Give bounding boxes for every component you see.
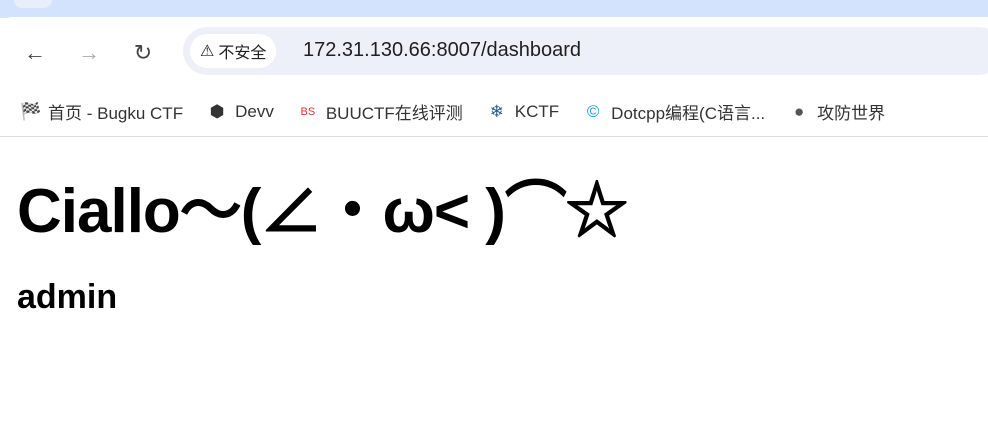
- globe-icon: ●: [794, 101, 805, 121]
- bookmark-dotcpp[interactable]: © Dotcpp编程(C语言...: [583, 99, 765, 124]
- cube-icon: ⬢: [209, 101, 225, 121]
- back-icon[interactable]: ←: [23, 40, 47, 65]
- bookmark-adworld[interactable]: ● 攻防世界: [789, 99, 885, 124]
- bookmark-label: KCTF: [514, 101, 560, 121]
- username-heading: admin: [17, 278, 118, 316]
- checkered-flag-icon: 🏁: [20, 101, 42, 121]
- snowflake-icon: ❄: [489, 101, 504, 121]
- address-bar[interactable]: ⚠ 不安全 172.31.130.66:8007/dashboard: [183, 27, 988, 75]
- tab-strip: [0, 0, 988, 18]
- bookmark-buuctf[interactable]: BS BUUCTF在线评测: [298, 99, 463, 124]
- security-label: 不安全: [218, 45, 267, 62]
- bookmark-devv[interactable]: ⬢ Devv: [207, 102, 274, 122]
- bookmark-kctf[interactable]: ❄ KCTF: [487, 101, 560, 122]
- reload-icon[interactable]: ↻: [131, 40, 155, 65]
- bookmark-label: 攻防世界: [817, 104, 886, 123]
- bookmark-bugku[interactable]: 🏁 首页 - Bugku CTF: [20, 99, 183, 124]
- bookmark-label: BUUCTF在线评测: [325, 104, 463, 123]
- bookmark-label: 首页 - Bugku CTF: [48, 104, 184, 123]
- bookmark-label: Dotcpp编程(C语言...: [611, 104, 766, 123]
- browser-tab[interactable]: [14, 0, 52, 8]
- url-text[interactable]: 172.31.130.66:8007/dashboard: [303, 39, 581, 62]
- page-title: Ciallo～(∠・ω< )⌒☆: [17, 177, 628, 246]
- warning-icon: ⚠: [200, 43, 215, 60]
- bookmark-label: Devv: [235, 101, 274, 121]
- buuctf-logo-icon: BS: [300, 105, 316, 118]
- dotcpp-logo-icon: ©: [586, 101, 600, 121]
- forward-icon[interactable]: →: [77, 40, 101, 65]
- bookmarks-bar: 🏁 首页 - Bugku CTF ⬢ Devv BS BUUCTF在线评测 ❄ KCTF…: [0, 87, 988, 137]
- security-chip[interactable]: ⚠ 不安全: [190, 34, 277, 68]
- browser-toolbar: ← → ↻ ⚠ 不安全 172.31.130.66:8007/dashboard: [0, 17, 988, 87]
